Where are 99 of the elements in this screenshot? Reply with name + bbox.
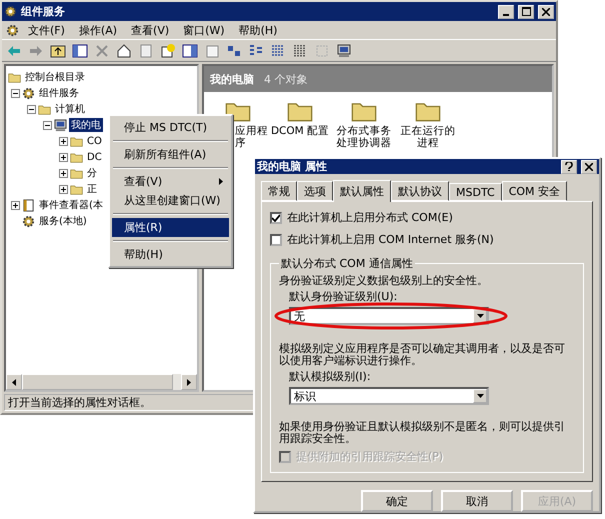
menu-item[interactable]: 查看(V) <box>112 172 229 191</box>
close-button[interactable] <box>581 160 597 174</box>
scroll-left-icon <box>12 378 16 386</box>
list-icon[interactable] <box>270 42 286 58</box>
tree-item[interactable]: 控制台根目录 <box>23 70 87 84</box>
menu-item[interactable]: 停止 MS DTC(T) <box>112 118 229 137</box>
question-icon <box>565 162 573 171</box>
window-icon[interactable] <box>182 42 198 58</box>
dropdown-field[interactable]: 标识 <box>289 387 489 405</box>
log-icon <box>22 198 35 212</box>
menu-item[interactable]: 窗口(W) <box>178 22 230 38</box>
tree-item[interactable]: 我的电 <box>69 118 103 132</box>
group-title: 默认分布式 COM 通信属性 <box>280 256 414 271</box>
folder-icon <box>287 100 313 122</box>
collapse-icon[interactable] <box>11 88 20 98</box>
menu-item[interactable]: 查看(V) <box>126 22 174 38</box>
folder-icon <box>351 100 377 122</box>
item-label[interactable]: 正在运行的 进程 <box>400 125 456 149</box>
menu-item[interactable]: 刷新所有组件(A) <box>112 145 229 164</box>
details-icon[interactable] <box>292 42 308 58</box>
submenu-arrow-icon <box>219 178 223 185</box>
folder-icon <box>70 152 83 162</box>
item-label[interactable]: DCOM 配置 <box>270 125 330 137</box>
help-button[interactable] <box>561 160 577 174</box>
tab[interactable]: 选项 <box>297 181 333 201</box>
description-text: 身份验证级别定义数据包级别上的安全性。 <box>279 275 489 287</box>
dialog-button[interactable]: 取消 <box>441 490 513 512</box>
expand-icon[interactable] <box>59 152 68 162</box>
field-label: 默认身份验证级别(U): <box>289 291 398 303</box>
minimize-icon <box>503 14 509 16</box>
menu-item[interactable]: 文件(F) <box>23 22 70 38</box>
maximize-button[interactable] <box>518 4 534 18</box>
refresh-icon[interactable] <box>138 42 154 58</box>
tree-item[interactable]: 正 <box>85 182 99 196</box>
check-icon <box>272 214 280 222</box>
folder-icon <box>70 136 83 146</box>
item-label[interactable]: 应用程 序 <box>235 125 268 149</box>
object-count: 4 个对象 <box>264 72 308 86</box>
menu-item[interactable]: 帮助(H) <box>234 22 282 38</box>
description-text: 如果使用身份验证且默认模拟级别不是匿名，则可以提供引用跟踪安全性。 <box>279 421 566 445</box>
expand-icon[interactable] <box>11 200 20 210</box>
scroll-right-icon <box>187 378 191 386</box>
expand-icon[interactable] <box>59 168 68 178</box>
menu-item[interactable]: 属性(R) <box>112 218 229 237</box>
tab[interactable]: COM 安全 <box>502 181 568 201</box>
description-text: 模拟级别定义应用程序是否可以确定其调用者，以及是否可以使用客户端标识进行操作。 <box>279 343 566 367</box>
scroll-bar[interactable] <box>6 374 197 390</box>
dialog-title: 我的电脑 属性 <box>257 159 328 174</box>
tree-item[interactable]: 事件查看器(本 <box>37 198 105 212</box>
folder-icon <box>38 104 51 114</box>
properties-icon[interactable] <box>116 42 132 58</box>
folder-icon <box>70 184 83 194</box>
expand-icon[interactable] <box>59 136 68 146</box>
tab[interactable]: MSDTC <box>449 183 502 201</box>
close-icon <box>585 162 593 170</box>
folder-icon <box>8 72 21 82</box>
expand-icon[interactable] <box>59 184 68 194</box>
checkbox[interactable] <box>270 212 282 224</box>
close-icon <box>542 8 550 16</box>
new-window-icon[interactable] <box>204 42 220 58</box>
dropdown-arrow-icon <box>476 314 484 318</box>
folder-icon <box>70 168 83 178</box>
collapse-icon[interactable] <box>27 104 36 114</box>
panes-icon[interactable] <box>72 42 88 58</box>
dropdown-field[interactable]: 无 <box>289 307 489 325</box>
menu-item[interactable]: 从这里创建窗口(W) <box>112 191 229 210</box>
dialog-button[interactable]: 确定 <box>361 490 433 512</box>
checkbox-label[interactable]: 在此计算机上启用 COM Internet 服务(N) <box>287 232 494 247</box>
checkbox-label[interactable]: 在此计算机上启用分布式 COM(E) <box>287 210 453 225</box>
menu-item[interactable]: 操作(A) <box>74 22 122 38</box>
tab[interactable]: 默认属性 <box>333 180 391 202</box>
folder-up-icon[interactable] <box>50 42 66 58</box>
field-label: 默认模拟级别(I): <box>289 371 371 383</box>
collapse-icon[interactable] <box>43 120 52 130</box>
maximize-icon <box>522 7 530 16</box>
tree-item[interactable]: DC <box>85 152 104 162</box>
tab[interactable]: 常规 <box>261 181 297 201</box>
item-label[interactable]: 分布式事务 处理协调器 <box>336 125 392 149</box>
tree-item[interactable]: 分 <box>85 166 99 180</box>
computer-icon <box>54 118 67 132</box>
dropdown-arrow-icon <box>476 394 484 398</box>
minimize-button[interactable] <box>498 4 514 18</box>
close-button[interactable] <box>538 4 554 18</box>
computer-icon[interactable] <box>336 42 352 58</box>
tree-item[interactable]: 服务(本地) <box>37 214 89 228</box>
help-icon[interactable] <box>160 42 176 58</box>
tree-item[interactable]: CO <box>85 136 104 146</box>
gear-icon <box>6 24 19 36</box>
tree-item[interactable]: 组件服务 <box>37 86 81 100</box>
checkbox[interactable] <box>270 234 282 246</box>
window-title: 组件服务 <box>21 4 66 19</box>
folder-icon <box>415 100 441 122</box>
menu-item[interactable]: 帮助(H) <box>112 245 229 264</box>
pane-title: 我的电脑 <box>210 72 254 86</box>
gear-icon <box>22 86 35 100</box>
gear-icon <box>22 214 35 228</box>
tree-item[interactable]: 计算机 <box>53 102 87 116</box>
gear-icon <box>4 5 17 18</box>
tab[interactable]: 默认协议 <box>391 181 449 201</box>
